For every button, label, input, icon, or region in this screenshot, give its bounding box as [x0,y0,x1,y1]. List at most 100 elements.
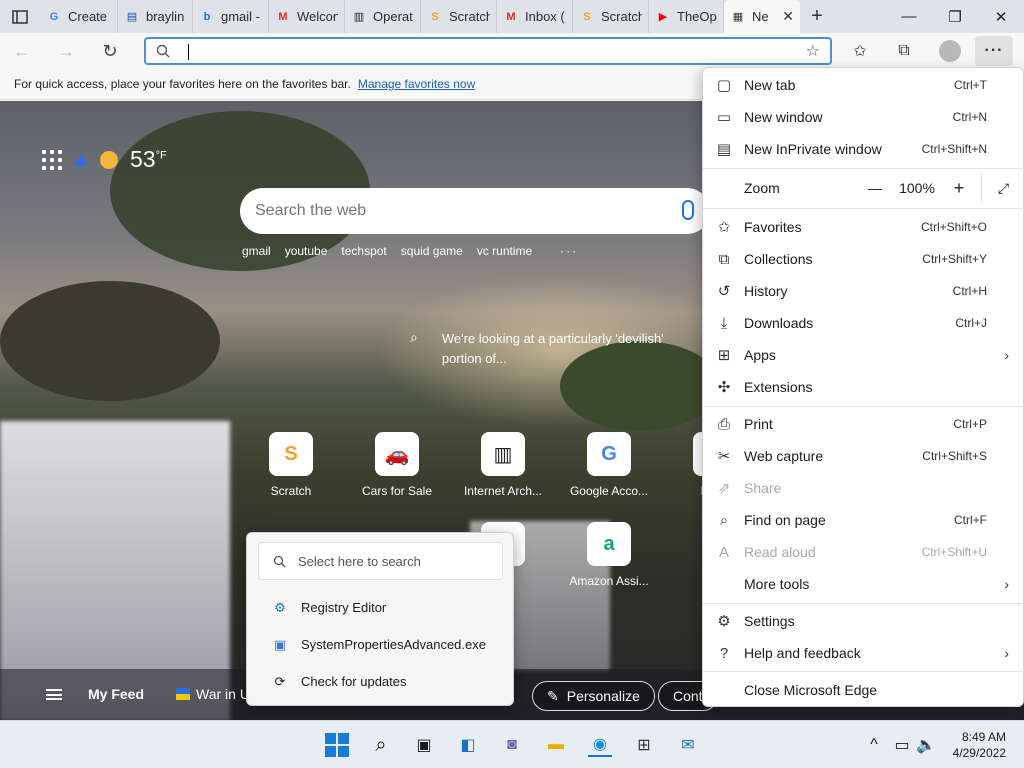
menu-extensions[interactable]: ✣ Extensions [703,372,1024,402]
top-site-tile[interactable]: G Google Acco... [556,432,662,498]
weather-widget[interactable]: 53°F [42,146,167,173]
browser-tab[interactable]: b gmail - [193,0,269,33]
menu-favorites[interactable]: ✩ Favorites Ctrl+Shift+O [703,212,1024,242]
system-properties-item[interactable]: ▣ SystemPropertiesAdvanced.exe [273,637,486,653]
site-icon: G [587,432,631,476]
menu-settings[interactable]: ⚙ Settings [703,606,1024,636]
menu-new-tab[interactable]: ▢ New tab Ctrl+T [703,70,1024,100]
top-site-tile[interactable]: ▥ Internet Arch... [450,432,556,498]
menu-new-inprivate[interactable]: ▤ New InPrivate window Ctrl+Shift+N [703,134,1024,164]
browser-tab[interactable]: M Inbox ( [497,0,573,33]
menu-web-capture[interactable]: ✂ Web capture Ctrl+Shift+S [703,441,1024,471]
edge-taskbar-button[interactable]: ◉ [588,733,612,757]
registry-editor-item[interactable]: ⚙ Registry Editor [273,600,386,616]
quick-link[interactable]: techspot [341,244,386,258]
quick-links-more-icon[interactable]: ··· [560,244,578,258]
favorites-button[interactable]: ✩ [840,33,880,69]
menu-downloads[interactable]: ⤓ Downloads Ctrl+J [703,308,1024,338]
refresh-icon: ⟳ [274,673,286,689]
tab-favicon-icon: ▦ [732,11,744,23]
menu-print[interactable]: ⎙ Print Ctrl+P [703,409,1024,439]
war-news-tab[interactable]: War in U [176,686,250,702]
top-site-tile[interactable]: a Amazon Assi... [556,522,662,588]
zoom-in-button[interactable]: + [937,173,981,203]
close-icon: ✕ [994,8,1008,26]
minimize-button[interactable]: — [886,0,932,33]
menu-apps[interactable]: ⊞ Apps › [703,340,1024,370]
top-site-tile[interactable]: S Scratch [238,432,344,498]
check-updates-item[interactable]: ⟳ Check for updates [273,673,407,690]
manage-favorites-link[interactable]: Manage favorites now [358,77,475,91]
forward-button[interactable]: → [44,33,88,69]
mail-button[interactable]: ✉ [676,733,700,757]
web-search-box[interactable] [240,188,710,234]
widgets-button[interactable]: ◧ [456,733,480,757]
new-tab-button[interactable]: + [800,0,834,33]
menu-hamburger-icon[interactable] [46,689,62,700]
quick-link[interactable]: gmail [242,244,271,258]
show-hidden-icons-button[interactable]: ^ [862,733,886,757]
browser-tab[interactable]: M Welcon [269,0,345,33]
quick-link[interactable]: vc runtime [477,244,532,258]
app-launcher-icon[interactable] [42,149,62,170]
top-site-tile[interactable]: 🚗 Cars for Sale [344,432,450,498]
quick-link[interactable]: youtube [285,244,328,258]
back-button[interactable]: ← [0,33,44,69]
file-explorer-button[interactable]: ▬ [544,733,568,757]
avatar [939,40,961,62]
search-icon: ⌕ [375,733,387,756]
tab-close-icon[interactable]: ✕ [782,8,794,25]
profile-button[interactable] [930,33,970,69]
minimize-icon: — [901,8,917,25]
back-arrow-icon: ← [13,40,31,61]
add-favorite-star-icon[interactable]: ☆ [806,41,820,61]
store-button[interactable]: ⊞ [632,733,656,757]
top-site-label: Google Acco... [569,484,649,498]
settings-and-more-button[interactable]: ··· [975,36,1013,66]
close-window-button[interactable]: ✕ [978,0,1024,33]
tab-actions-button[interactable] [0,0,40,33]
window-icon: ▭ [716,109,732,126]
menu-help-feedback[interactable]: ? Help and feedback › [703,638,1024,668]
browser-tab[interactable]: S Scratch [573,0,649,33]
start-button[interactable] [325,733,349,757]
menu-share[interactable]: ⇗ Share [703,473,1024,503]
news-teaser[interactable]: ⌕ We're looking at a particularly 'devil… [410,329,692,369]
personalize-button[interactable]: ✎ Personalize [532,681,655,711]
menu-more-tools[interactable]: More tools › [703,569,1024,599]
browser-tab[interactable]: G Create [40,0,118,33]
fullscreen-icon[interactable]: ⤢ [981,173,1024,203]
favorites-star-icon: ✩ [717,219,731,236]
browser-tab[interactable]: S Scratch [421,0,497,33]
browser-tab[interactable]: ▦ Ne ✕ [724,0,800,33]
zoom-out-button[interactable]: — [853,173,897,203]
restore-button[interactable]: ❐ [932,0,978,33]
volume-icon[interactable]: 🔈 [914,733,938,757]
browser-tab[interactable]: ▥ Operat [345,0,421,33]
address-bar[interactable]: ☆ [144,37,832,65]
quick-link[interactable]: squid game [401,244,463,258]
system-clock[interactable]: 8:49 AM 4/29/2022 [953,729,1006,761]
start-search-input[interactable]: Select here to search [258,542,503,580]
menu-history[interactable]: ↺ History Ctrl+H [703,276,1024,306]
microphone-icon[interactable] [682,200,694,220]
my-feed-tab[interactable]: My Feed [88,686,144,702]
tab-favicon-icon: G [49,10,59,23]
menu-new-window[interactable]: ▭ New window Ctrl+N [703,102,1024,132]
menu-collections[interactable]: ⧉ Collections Ctrl+Shift+Y [703,244,1024,274]
menu-close-edge[interactable]: Close Microsoft Edge [703,675,1024,705]
taskbar-search-button[interactable]: ⌕ [369,733,393,757]
top-site-label: Cars for Sale [361,484,433,498]
collections-button[interactable]: ⧉ [884,33,924,69]
network-icon[interactable]: ▭ [890,733,914,757]
menu-read-aloud[interactable]: A Read aloud Ctrl+Shift+U [703,537,1024,567]
new-tab-icon: ▢ [716,77,732,94]
menu-find-on-page[interactable]: ⌕ Find on page Ctrl+F [703,505,1024,535]
chat-button[interactable]: ◙ [500,733,524,757]
browser-tab[interactable]: ▤ braylin [118,0,193,33]
web-search-input[interactable] [255,202,710,220]
refresh-button[interactable]: ↻ [88,33,132,69]
browser-tab[interactable]: ▶ TheOp [649,0,724,33]
task-view-button[interactable]: ▣ [412,733,436,757]
address-input[interactable] [184,43,806,59]
